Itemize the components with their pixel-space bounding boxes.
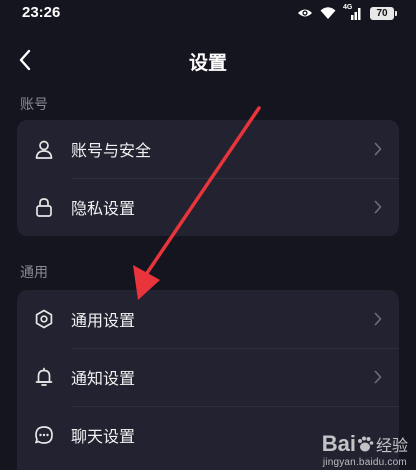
chat-icon: [34, 425, 54, 445]
account-group: 账号与安全 隐私设置: [17, 120, 399, 236]
user-icon: [34, 139, 54, 159]
account-security-item[interactable]: 账号与安全: [17, 120, 399, 178]
general-settings-label: 通用设置: [71, 311, 136, 330]
eye-icon: [297, 4, 313, 23]
signal-icon: 4G: [343, 4, 363, 20]
watermark-url: jingyan.baidu.com: [322, 457, 407, 468]
baidu-logo: Bai 经验: [321, 431, 408, 456]
section-title-account: 账号: [20, 97, 48, 113]
page-title: 设置: [188, 52, 227, 74]
lock-icon: [34, 197, 54, 217]
bell-icon: [34, 367, 54, 387]
chevron-right-icon: [373, 200, 383, 214]
battery-icon: 70: [370, 6, 397, 20]
chevron-right-icon: [373, 370, 383, 384]
section-title-general: 通用: [20, 265, 48, 281]
privacy-settings-label: 隐私设置: [71, 199, 136, 218]
account-security-label: 账号与安全: [71, 141, 152, 160]
paw-icon: [357, 436, 374, 452]
notification-settings-item[interactable]: 通知设置: [17, 348, 399, 406]
privacy-settings-item[interactable]: 隐私设置: [17, 178, 399, 236]
network-label: 4G: [343, 4, 353, 11]
gear-icon: [34, 309, 54, 329]
chevron-right-icon: [373, 142, 383, 156]
status-icons: 4G 70: [297, 4, 397, 23]
general-settings-item[interactable]: 通用设置: [17, 290, 399, 348]
baidu-watermark: Bai 经验 jingyan.baidu.com: [322, 431, 408, 468]
notification-settings-label: 通知设置: [71, 369, 136, 388]
nav-bar: 设置: [0, 40, 416, 80]
chat-settings-label: 聊天设置: [71, 427, 136, 446]
battery-level: 70: [376, 7, 388, 19]
status-time: 23:26: [22, 4, 61, 21]
chevron-right-icon: [373, 312, 383, 326]
status-bar: 23:26 4G 70: [0, 0, 416, 28]
wifi-icon: [320, 4, 336, 23]
